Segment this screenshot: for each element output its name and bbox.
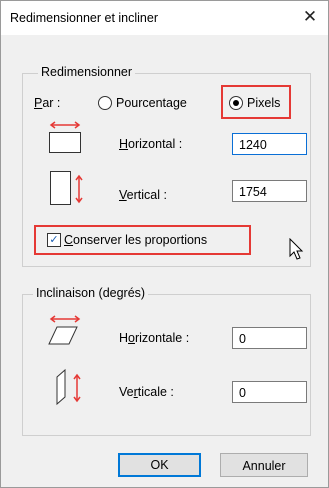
- resize-horizontal-icon: [49, 121, 81, 153]
- close-icon[interactable]: ✕: [300, 7, 320, 27]
- skew-vertical-label: Verticale :: [119, 385, 174, 399]
- resize-vertical-icon: [50, 171, 83, 205]
- title-bar: Redimensionner et incliner ✕: [1, 1, 328, 35]
- skew-vertical-icon: [56, 368, 81, 406]
- keep-proportions-checkbox[interactable]: ✓: [47, 233, 61, 247]
- vertical-accesskey: V: [119, 188, 127, 202]
- skew-horizontal-pre: H: [119, 331, 129, 345]
- skew-vertical-text: ticale :: [137, 385, 174, 399]
- skew-horizontal-icon: [48, 315, 81, 345]
- keep-label-text: onserver les proportions: [73, 233, 208, 247]
- skew-vertical-input[interactable]: 0: [232, 381, 307, 403]
- keep-proportions-label[interactable]: Conserver les proportions: [64, 233, 207, 247]
- pixels-highlight: [221, 85, 291, 119]
- skew-horizontal-accesskey: o: [128, 331, 135, 345]
- resize-skew-dialog: Redimensionner et incliner ✕ Redimension…: [0, 0, 329, 488]
- keep-accesskey: C: [64, 233, 74, 247]
- cancel-button[interactable]: Annuler: [220, 453, 308, 477]
- skew-horizontal-input[interactable]: 0: [232, 327, 307, 349]
- percent-radio[interactable]: [98, 96, 112, 110]
- resize-vertical-label: Vertical :: [119, 188, 167, 202]
- skew-horizontal-label: Horizontale :: [119, 331, 189, 345]
- resize-vertical-input[interactable]: 1754: [232, 180, 307, 202]
- skew-horizontal-text: rizontale :: [134, 331, 190, 345]
- horizontal-label-text: orizontal :: [128, 137, 183, 151]
- resize-horizontal-label: Horizontal :: [119, 137, 182, 151]
- percent-label[interactable]: Pourcentage: [116, 96, 187, 110]
- resize-legend: Redimensionner: [38, 65, 136, 79]
- resize-horizontal-input[interactable]: 1240: [232, 133, 307, 155]
- horizontal-accesskey: H: [119, 137, 129, 151]
- skew-legend: Inclinaison (degrés): [33, 286, 149, 300]
- ok-button[interactable]: OK: [118, 453, 201, 477]
- dialog-title: Redimensionner et incliner: [10, 11, 158, 25]
- resize-by-label: Par :: [34, 96, 60, 110]
- vertical-label-text: ertical :: [126, 188, 167, 202]
- by-label-text: ar :: [42, 96, 61, 110]
- mouse-pointer-icon: [289, 238, 304, 260]
- skew-vertical-pre: Ve: [119, 385, 134, 399]
